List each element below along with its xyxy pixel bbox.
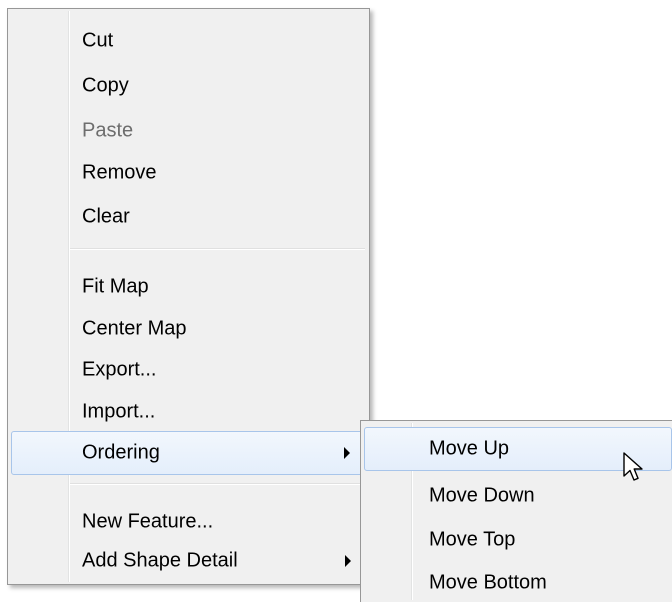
menu-item-label: Export... bbox=[82, 358, 157, 381]
context-menu: Cut Copy Paste Remove Clear Fit Map Cent… bbox=[7, 8, 370, 585]
menu-item-label: Remove bbox=[82, 161, 157, 184]
menu-separator bbox=[70, 248, 365, 250]
menu-item-cut[interactable]: Cut bbox=[11, 19, 366, 63]
menu-item-label: Move Top bbox=[429, 528, 516, 551]
menu-item-remove[interactable]: Remove bbox=[11, 151, 366, 195]
menu-item-label: Move Down bbox=[429, 484, 535, 507]
menu-item-import[interactable]: Import... bbox=[11, 390, 366, 434]
menu-item-label: Copy bbox=[82, 74, 129, 97]
menu-item-export[interactable]: Export... bbox=[11, 348, 366, 392]
submenu-arrow-icon bbox=[344, 447, 350, 459]
menu-item-paste: Paste bbox=[11, 109, 366, 153]
submenu-arrow-icon bbox=[345, 555, 351, 567]
menu-separator bbox=[70, 483, 365, 485]
submenu-item-move-bottom[interactable]: Move Bottom bbox=[364, 561, 669, 602]
menu-item-fit-map[interactable]: Fit Map bbox=[11, 265, 366, 309]
menu-item-label: Add Shape Detail bbox=[82, 549, 238, 572]
submenu-item-move-top[interactable]: Move Top bbox=[364, 518, 669, 562]
menu-item-add-shape-detail[interactable]: Add Shape Detail bbox=[11, 539, 366, 583]
menu-item-label: Cut bbox=[82, 29, 114, 52]
menu-item-label: Center Map bbox=[82, 317, 187, 340]
menu-item-label: New Feature... bbox=[82, 510, 214, 533]
menu-item-label: Ordering bbox=[82, 441, 160, 464]
menu-item-center-map[interactable]: Center Map bbox=[11, 307, 366, 351]
menu-item-clear[interactable]: Clear bbox=[11, 195, 366, 239]
menu-item-label: Move Bottom bbox=[429, 571, 547, 594]
menu-item-new-feature[interactable]: New Feature... bbox=[11, 500, 366, 544]
menu-item-copy[interactable]: Copy bbox=[11, 64, 366, 108]
menu-item-label: Paste bbox=[82, 119, 134, 142]
menu-item-label: Clear bbox=[82, 205, 130, 228]
mouse-cursor-icon bbox=[623, 452, 643, 481]
menu-item-label: Import... bbox=[82, 400, 156, 423]
ordering-submenu: Move Up Move Down Move Top Move Bottom bbox=[360, 420, 672, 602]
screen: Cut Copy Paste Remove Clear Fit Map Cent… bbox=[0, 0, 672, 602]
menu-item-ordering[interactable]: Ordering bbox=[11, 431, 365, 475]
menu-item-label: Move Up bbox=[429, 437, 510, 460]
menu-item-label: Fit Map bbox=[82, 275, 149, 298]
